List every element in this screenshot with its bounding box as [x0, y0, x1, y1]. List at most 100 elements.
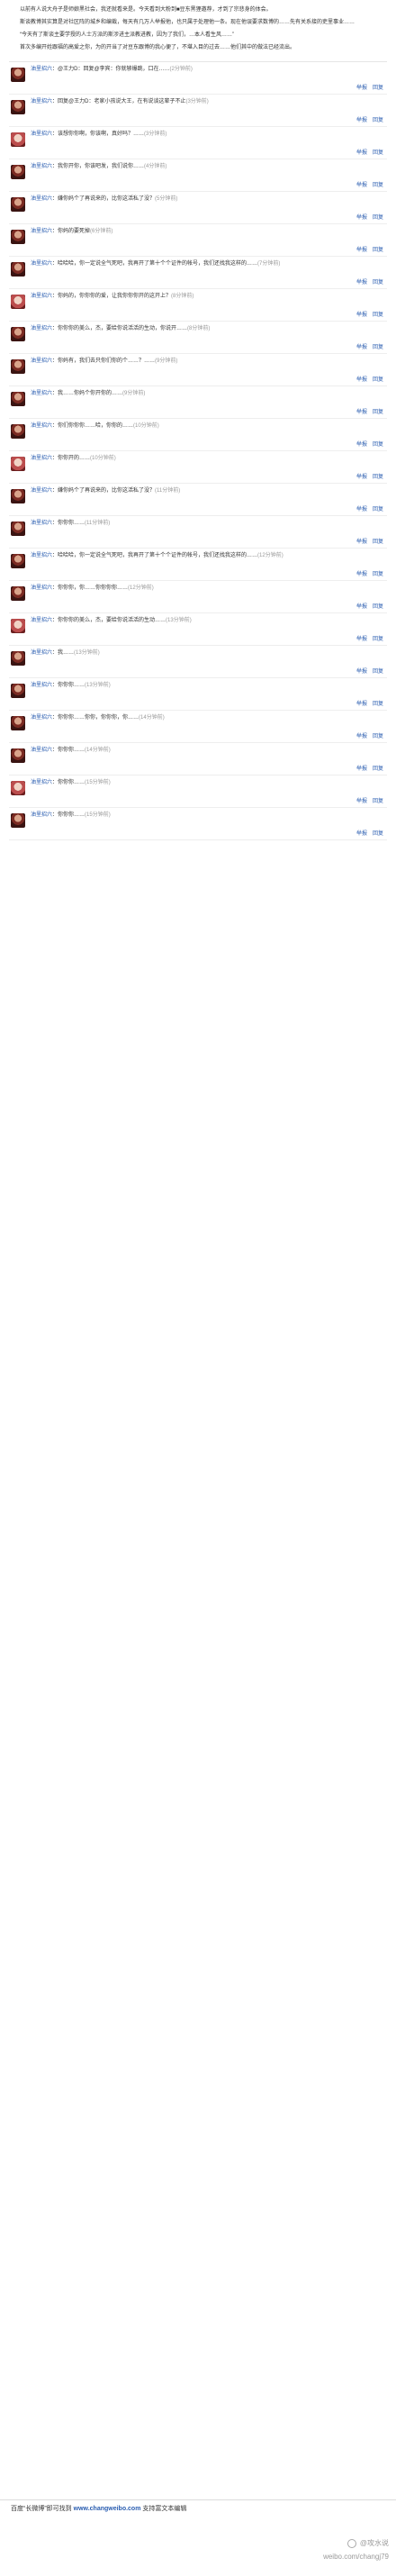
reply-link[interactable]: 回复 [373, 507, 383, 512]
reply-link[interactable]: 回复 [373, 475, 383, 480]
avatar[interactable] [11, 489, 25, 503]
avatar[interactable] [11, 68, 25, 82]
reply-link[interactable]: 回复 [373, 280, 383, 286]
report-link[interactable]: 举报 [356, 118, 367, 123]
comment-username[interactable]: 油里招六 [31, 196, 52, 202]
avatar[interactable] [11, 522, 25, 536]
avatar[interactable] [11, 197, 25, 212]
avatar[interactable] [11, 262, 25, 277]
comment-username[interactable]: 油里招六 [31, 553, 52, 558]
avatar[interactable] [11, 554, 25, 568]
report-link[interactable]: 举报 [356, 475, 367, 480]
reply-link[interactable]: 回复 [373, 118, 383, 123]
reply-link[interactable]: 回复 [373, 86, 383, 91]
comment-username[interactable]: 油里招六 [31, 683, 52, 688]
report-link[interactable]: 举报 [356, 637, 367, 642]
reply-link[interactable]: 回复 [373, 669, 383, 675]
comment-username[interactable]: 油里招六 [31, 650, 52, 656]
report-link[interactable]: 举报 [356, 377, 367, 383]
report-link[interactable]: 举报 [356, 766, 367, 772]
report-link[interactable]: 举报 [356, 831, 367, 837]
footer-url[interactable]: www.changweibo.com [74, 2506, 141, 2512]
comment-username[interactable]: 油里招六 [31, 488, 52, 494]
reply-link[interactable]: 回复 [373, 442, 383, 448]
reply-link[interactable]: 回复 [373, 831, 383, 837]
comment-username[interactable]: 油里招六 [31, 585, 52, 591]
report-link[interactable]: 举报 [356, 86, 367, 91]
report-link[interactable]: 举报 [356, 572, 367, 577]
reply-link[interactable]: 回复 [373, 248, 383, 253]
comment-username[interactable]: 油里招六 [31, 164, 52, 169]
comment-username[interactable]: 油里招六 [31, 261, 52, 267]
reply-link[interactable]: 回复 [373, 410, 383, 415]
reply-link[interactable]: 回复 [373, 313, 383, 318]
comment-actions: 举报 回复 [351, 375, 383, 383]
report-link[interactable]: 举报 [356, 280, 367, 286]
avatar[interactable] [11, 586, 25, 601]
report-link[interactable]: 举报 [356, 150, 367, 156]
reply-link[interactable]: 回复 [373, 183, 383, 188]
comment-username[interactable]: 油里招六 [31, 780, 52, 785]
avatar[interactable] [11, 424, 25, 439]
report-link[interactable]: 举报 [356, 345, 367, 350]
reply-link[interactable]: 回复 [373, 604, 383, 610]
report-link[interactable]: 举报 [356, 215, 367, 221]
comment-actions: 举报 回复 [351, 245, 383, 253]
avatar[interactable] [11, 651, 25, 666]
avatar[interactable] [11, 457, 25, 471]
report-link[interactable]: 举报 [356, 442, 367, 448]
comment-username[interactable]: 油里招六 [31, 748, 52, 753]
report-link[interactable]: 举报 [356, 313, 367, 318]
comment-username[interactable]: 油里招六 [31, 391, 52, 396]
comment-username[interactable]: 油里招六 [31, 358, 52, 364]
avatar[interactable] [11, 619, 25, 633]
avatar[interactable] [11, 100, 25, 114]
avatar[interactable] [11, 716, 25, 730]
report-link[interactable]: 举报 [356, 734, 367, 739]
avatar[interactable] [11, 684, 25, 698]
reply-link[interactable]: 回复 [373, 377, 383, 383]
reply-link[interactable]: 回复 [373, 572, 383, 577]
avatar[interactable] [11, 295, 25, 309]
avatar[interactable] [11, 392, 25, 406]
reply-link[interactable]: 回复 [373, 766, 383, 772]
comment-username[interactable]: 油里招六 [31, 99, 52, 104]
comment-username[interactable]: 油里招六 [31, 715, 52, 721]
comment-text: @王力D：回复@李宾：你就够爆跳，口在…… [58, 67, 170, 72]
report-link[interactable]: 举报 [356, 604, 367, 610]
report-link[interactable]: 举报 [356, 702, 367, 707]
reply-link[interactable]: 回复 [373, 702, 383, 707]
avatar[interactable] [11, 359, 25, 374]
report-link[interactable]: 举报 [356, 669, 367, 675]
comment-username[interactable]: 油里招六 [31, 423, 52, 429]
avatar[interactable] [11, 748, 25, 763]
comment-username[interactable]: 油里招六 [31, 132, 52, 137]
comment-username[interactable]: 油里招六 [31, 456, 52, 461]
reply-link[interactable]: 回复 [373, 150, 383, 156]
report-link[interactable]: 举报 [356, 507, 367, 512]
report-link[interactable]: 举报 [356, 540, 367, 545]
reply-link[interactable]: 回复 [373, 637, 383, 642]
reply-link[interactable]: 回复 [373, 540, 383, 545]
avatar[interactable] [11, 781, 25, 795]
comment-username[interactable]: 油里招六 [31, 294, 52, 299]
report-link[interactable]: 举报 [356, 183, 367, 188]
comment-username[interactable]: 油里招六 [31, 229, 52, 234]
reply-link[interactable]: 回复 [373, 799, 383, 804]
comment-username[interactable]: 油里招六 [31, 521, 52, 526]
avatar[interactable] [11, 132, 25, 147]
avatar[interactable] [11, 327, 25, 341]
reply-link[interactable]: 回复 [373, 734, 383, 739]
comment-username[interactable]: 油里招六 [31, 618, 52, 623]
report-link[interactable]: 举报 [356, 799, 367, 804]
comment-username[interactable]: 油里招六 [31, 812, 52, 818]
comment-username[interactable]: 油里招六 [31, 67, 52, 72]
report-link[interactable]: 举报 [356, 410, 367, 415]
report-link[interactable]: 举报 [356, 248, 367, 253]
avatar[interactable] [11, 230, 25, 244]
reply-link[interactable]: 回复 [373, 215, 383, 221]
comment-username[interactable]: 油里招六 [31, 326, 52, 331]
avatar[interactable] [11, 813, 25, 828]
reply-link[interactable]: 回复 [373, 345, 383, 350]
avatar[interactable] [11, 165, 25, 179]
